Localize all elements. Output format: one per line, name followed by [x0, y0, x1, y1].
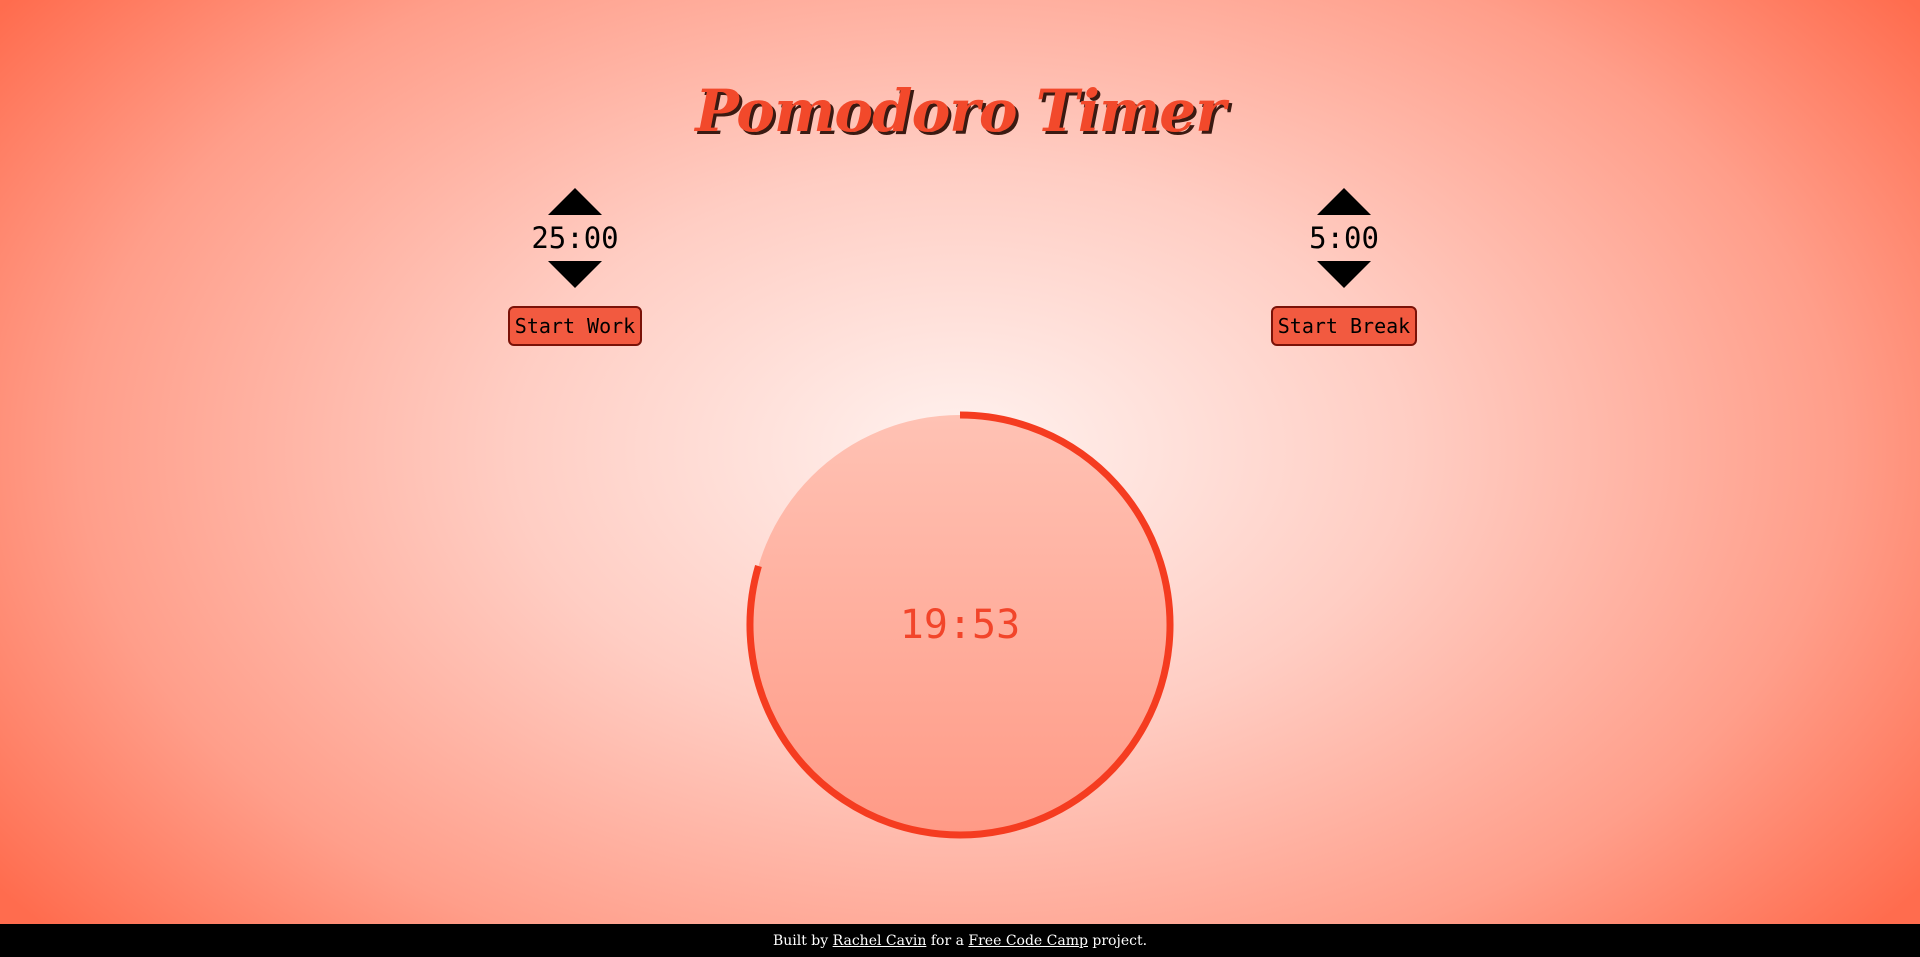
break-increase-triangle-up-icon[interactable]: [1317, 188, 1371, 215]
break-time-setting: 5:00: [1309, 221, 1379, 255]
page-title: Pomodoro Timer: [695, 76, 1226, 145]
footer-suffix: project.: [1092, 932, 1148, 949]
start-work-button[interactable]: Start Work: [507, 306, 643, 346]
work-time-setting: 25:00: [531, 221, 619, 255]
timer-remaining: 19:53: [899, 602, 1021, 648]
work-control: 25:00 Start Work: [475, 188, 675, 346]
break-control: 5:00 Start Break: [1244, 188, 1444, 346]
start-break-button[interactable]: Start Break: [1270, 306, 1418, 346]
break-decrease-triangle-down-icon[interactable]: [1317, 261, 1371, 288]
author-link[interactable]: Rachel Cavin: [833, 933, 927, 949]
footer: Built by Rachel Cavin for a Free Code Ca…: [0, 924, 1920, 957]
timer-dial: 19:53: [743, 408, 1177, 842]
work-decrease-triangle-down-icon[interactable]: [548, 261, 602, 288]
work-increase-triangle-up-icon[interactable]: [548, 188, 602, 215]
footer-middle: for a: [930, 932, 964, 949]
footer-prefix: Built by: [772, 932, 829, 949]
free-code-camp-link[interactable]: Free Code Camp: [968, 933, 1088, 949]
